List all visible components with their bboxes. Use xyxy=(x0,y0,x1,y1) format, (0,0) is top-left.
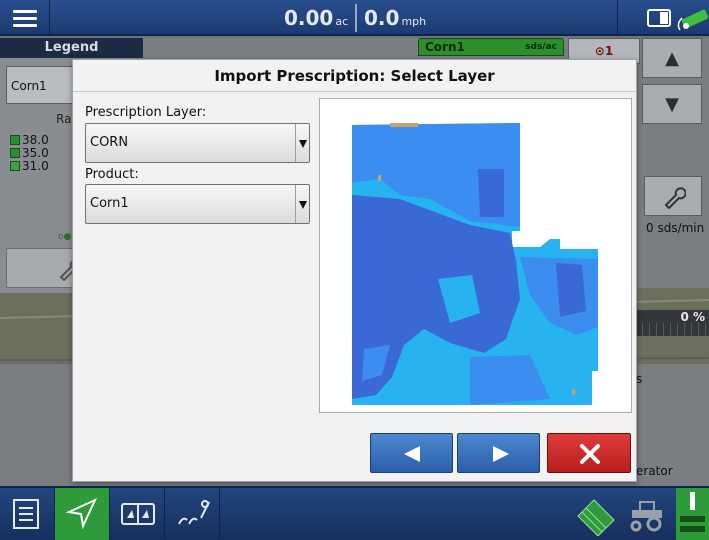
top-bar: 0.00 ac 0.0 mph xyxy=(0,0,709,36)
vehicle-button[interactable] xyxy=(622,488,676,540)
implement-icon xyxy=(680,492,705,532)
tractor-icon xyxy=(630,501,662,532)
legend-page-dots: o● xyxy=(58,232,72,242)
prescription-layer-value: CORN xyxy=(90,135,129,150)
rate-up-button[interactable]: ▲ xyxy=(642,38,702,78)
guidance-button[interactable] xyxy=(55,488,110,540)
planter-button[interactable] xyxy=(165,488,220,540)
product-label: Product: xyxy=(85,167,139,182)
planter-icon xyxy=(178,500,210,525)
speed-readout: 0.0 mph xyxy=(364,0,426,36)
area-readout: 0.00 ac xyxy=(284,0,348,36)
legend-swatch xyxy=(10,148,20,158)
legend-settings-button[interactable] xyxy=(6,248,81,288)
arrow-right-icon xyxy=(493,446,509,462)
product-select[interactable]: Corn1 xyxy=(85,184,310,224)
cancel-button[interactable] xyxy=(547,433,631,473)
legend-tab[interactable]: Legend xyxy=(0,38,143,58)
status-icons[interactable] xyxy=(617,0,709,36)
arrow-left-icon xyxy=(404,446,420,462)
product-value: Corn1 xyxy=(90,196,129,211)
prescription-map-preview xyxy=(319,98,632,413)
run-page-button[interactable] xyxy=(0,488,55,540)
product-tab-name: Corn1 xyxy=(425,40,465,54)
bottom-nav-bar xyxy=(0,486,709,540)
target-count: 1 xyxy=(604,44,614,58)
legend-rate-heading: Ra xyxy=(56,112,72,126)
split-screen-icon xyxy=(121,503,155,525)
product-tab-unit: sds/ac xyxy=(525,42,557,52)
next-button[interactable] xyxy=(457,433,540,473)
navigation-icon xyxy=(65,497,98,530)
implement-button[interactable] xyxy=(676,488,709,540)
gps-signal-icon xyxy=(677,9,709,31)
legend-swatch xyxy=(10,135,20,145)
dropdown-caret-icon xyxy=(295,185,309,223)
prescription-map xyxy=(352,123,598,405)
import-prescription-dialog: Import Prescription: Select Layer Prescr… xyxy=(72,59,637,482)
legend-product-select[interactable]: Corn1 xyxy=(6,66,76,104)
document-icon xyxy=(13,499,39,529)
wrench-icon xyxy=(664,187,686,209)
legend-list: 38.0 35.0 31.0 xyxy=(10,134,49,173)
progress-percent: 0 % xyxy=(680,310,705,324)
side-text: erator xyxy=(636,464,673,478)
menu-button[interactable] xyxy=(0,0,50,36)
field-map-icon xyxy=(577,499,615,536)
prescription-layer-select[interactable]: CORN xyxy=(85,123,310,163)
progress-bar: 0 % xyxy=(636,310,709,336)
legend-swatch xyxy=(10,161,20,171)
rate-readout: 0 sds/min xyxy=(646,221,705,235)
split-screen-button[interactable] xyxy=(110,488,165,540)
back-button[interactable] xyxy=(370,433,453,473)
close-icon xyxy=(580,444,600,464)
progress-track xyxy=(636,323,709,336)
arrow-down-icon: ▼ xyxy=(665,94,679,115)
dialog-title: Import Prescription: Select Layer xyxy=(73,60,636,92)
rate-down-button[interactable]: ▼ xyxy=(642,84,702,124)
speed-value: 0.0 xyxy=(364,6,400,30)
prescription-layer-label: Prescription Layer: xyxy=(85,105,207,120)
legend-item: 31.0 xyxy=(10,160,49,173)
area-unit: ac xyxy=(335,15,349,28)
speed-unit: mph xyxy=(401,15,427,28)
product-rate-tab[interactable]: Corn1 sds/ac xyxy=(418,38,564,56)
target-icon: ⊙ xyxy=(594,44,605,58)
arrow-up-icon: ▲ xyxy=(665,48,679,69)
field-map-button[interactable] xyxy=(566,488,622,540)
dropdown-caret-icon xyxy=(295,124,309,162)
area-value: 0.00 xyxy=(284,6,334,30)
product-settings-button[interactable] xyxy=(644,176,702,216)
readout-divider xyxy=(355,4,357,32)
